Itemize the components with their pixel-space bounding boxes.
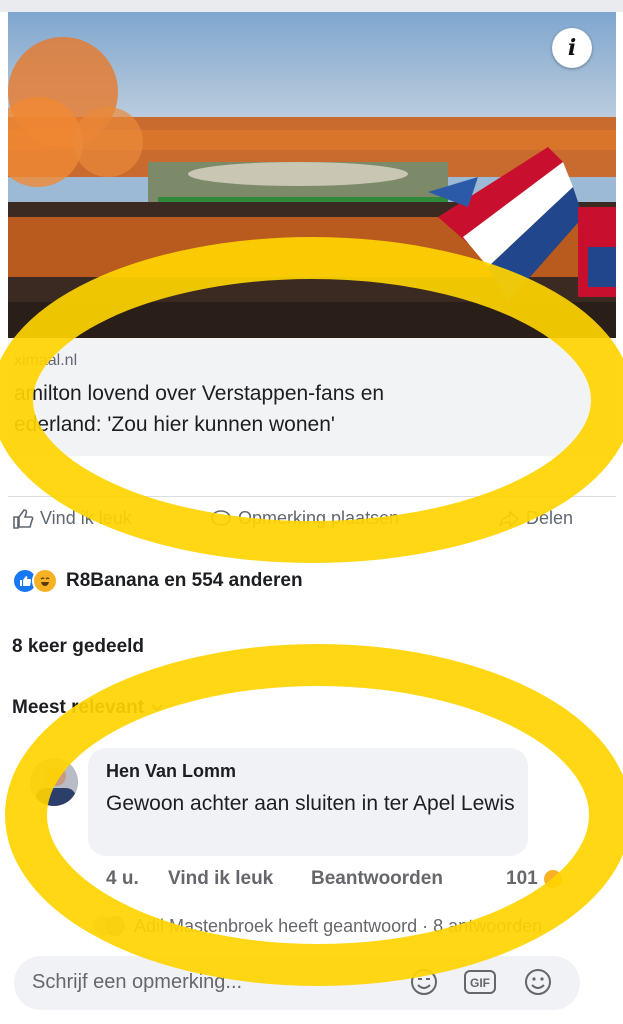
like-button-label: Vind ik leuk — [40, 508, 132, 528]
comment-text: Gewoon achter aan sluiten in ter Apel Le… — [106, 792, 515, 815]
link-domain: ximaal.nl — [14, 352, 78, 369]
chevron-down-icon — [151, 704, 163, 712]
top-strip — [0, 0, 623, 12]
share-icon — [499, 509, 520, 528]
reactions-summary[interactable]: R8Banana en 554 anderen — [12, 568, 303, 594]
haha-icon — [541, 868, 564, 890]
view-replies-link[interactable]: Adil Mastenbroek heeft geantwoord · 8 an… — [92, 915, 542, 937]
stadium-photo — [8, 12, 616, 338]
thumbs-up-icon — [13, 508, 34, 529]
gif-icon[interactable]: GIF — [462, 964, 498, 1000]
share-button-label: Delen — [526, 508, 574, 528]
sort-label: Meest relevant — [12, 697, 145, 718]
comment-sort-dropdown[interactable]: Meest relevant — [12, 697, 164, 719]
haha-icon — [32, 568, 58, 594]
headline-line-2: ederland: 'Zou hier kunnen wonen' — [14, 413, 335, 436]
reactions-text: R8Banana en 554 anderen — [66, 570, 303, 591]
emoji-icon[interactable] — [520, 964, 556, 1000]
comment-button[interactable]: Opmerking plaatsen — [210, 508, 399, 529]
headline-line-1: amilton lovend over Verstappen-fans en — [14, 382, 385, 405]
share-count[interactable]: 8 keer gedeeld — [12, 636, 144, 658]
comment-input[interactable]: Schrijf een opmerking... — [32, 971, 242, 994]
comment-icon — [211, 509, 231, 526]
comment-author[interactable]: Hen Van Lomm — [106, 761, 236, 782]
comment-like-button[interactable]: Vind ik leuk — [168, 868, 273, 890]
comment-reaction-number: 101 — [506, 868, 538, 889]
share-button[interactable]: Delen — [498, 508, 573, 529]
link-headline[interactable]: amilton lovend over Verstappen-fans en e… — [14, 378, 534, 440]
comment-button-label: Opmerking plaatsen — [238, 508, 400, 528]
sticker-icon[interactable] — [406, 964, 442, 1000]
avatar[interactable] — [30, 758, 78, 806]
link-preview-image[interactable] — [8, 12, 616, 338]
reply-notice-text: Adil Mastenbroek heeft geantwoord · 8 an… — [134, 915, 543, 936]
like-button[interactable]: Vind ik leuk — [12, 508, 132, 529]
info-icon[interactable]: i — [552, 28, 592, 68]
comment-reaction-count[interactable]: 101 — [506, 868, 564, 890]
comment-time[interactable]: 4 u. — [106, 868, 139, 890]
svg-text:GIF: GIF — [470, 976, 490, 990]
reply-avatars-icon — [93, 916, 125, 936]
comment-reply-button[interactable]: Beantwoorden — [311, 868, 443, 890]
user-avatar-image — [30, 758, 78, 806]
